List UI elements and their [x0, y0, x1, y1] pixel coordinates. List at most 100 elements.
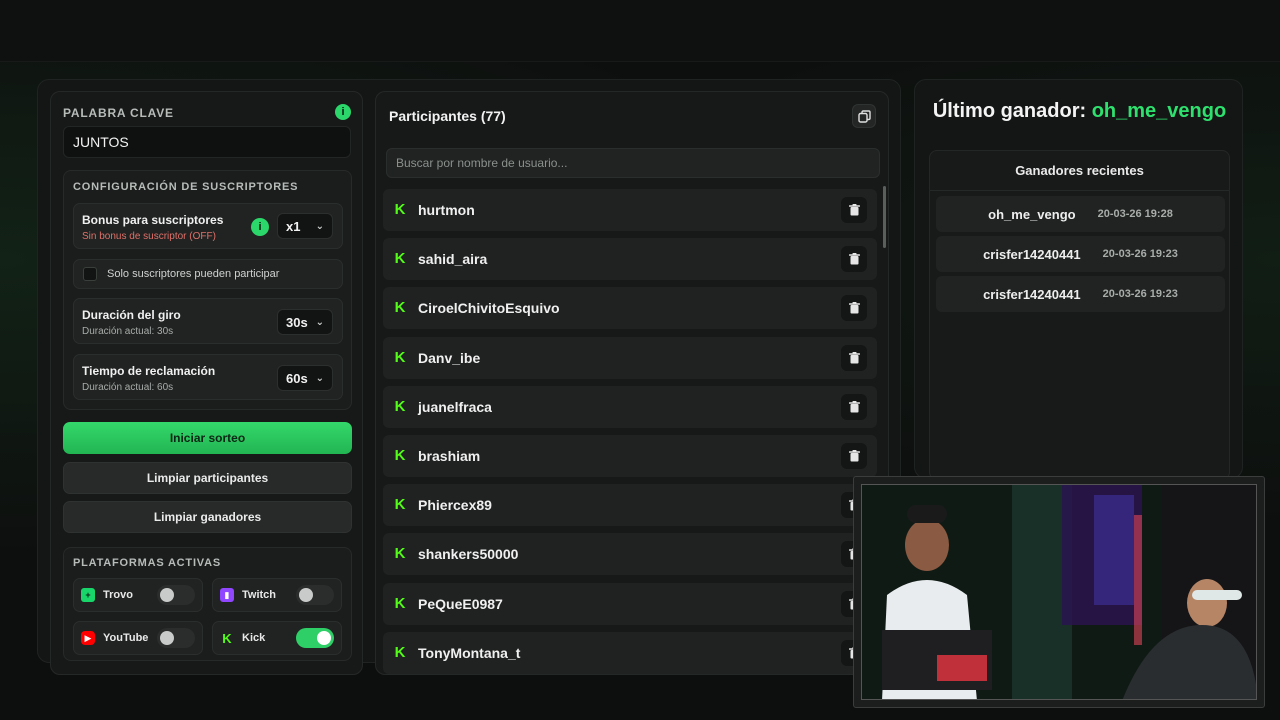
participant-row: K TonyMontana_t — [383, 631, 877, 674]
spin-duration-value: 30s — [286, 314, 308, 330]
subs-only-row[interactable]: Solo suscriptores pueden participar — [73, 259, 343, 289]
trash-icon — [848, 450, 860, 462]
participant-name: juanelfraca — [418, 398, 492, 415]
chevron-down-icon: ⌄ — [315, 220, 324, 232]
recent-winners-title: Ganadores recientes — [930, 151, 1229, 191]
spin-duration-row: Duración del giro Duración actual: 30s 3… — [73, 298, 343, 344]
platform-kick: K Kick — [212, 621, 342, 655]
claim-time-title: Tiempo de reclamación — [82, 364, 216, 378]
participant-row: Kbrashiam — [383, 435, 877, 477]
webcam-video — [861, 484, 1257, 700]
spin-duration-subtitle: Duración actual: 30s — [82, 326, 174, 337]
youtube-toggle[interactable] — [157, 628, 195, 648]
trash-icon — [848, 400, 860, 413]
delete-participant-button[interactable] — [841, 197, 867, 223]
info-icon[interactable]: i — [335, 104, 351, 120]
platform-twitch-label: Twitch — [242, 589, 277, 601]
participant-name: TonyMontana_t — [418, 644, 521, 661]
delete-participant-button[interactable] — [841, 295, 867, 322]
bonus-select[interactable]: x1 ⌄ — [277, 213, 333, 239]
kick-toggle[interactable] — [296, 628, 334, 648]
kick-icon: K — [394, 643, 406, 661]
recent-winner-row: crisfer14240441 20-03-26 19:23 — [936, 236, 1225, 272]
participant-row: Kshankers50000 — [383, 533, 877, 576]
scrollbar[interactable] — [883, 186, 886, 248]
recent-winner-time: 20-03-26 19:23 — [1102, 288, 1178, 300]
clear-participants-button[interactable]: Limpiar participantes — [63, 462, 352, 494]
participant-name: CiroelChivitoEsquivo — [418, 300, 560, 317]
kick-icon: K — [394, 447, 406, 464]
kick-icon: K — [394, 201, 406, 218]
spin-duration-select[interactable]: 30s ⌄ — [277, 309, 333, 335]
recent-winner-time: 20-03-26 19:28 — [1097, 208, 1173, 220]
kick-icon: K — [394, 299, 406, 317]
trash-icon — [848, 302, 860, 314]
winners-panel: Último ganador: oh_me_vengo Ganadores re… — [914, 79, 1244, 480]
bonus-select-value: x1 — [286, 218, 301, 234]
kick-icon: K — [394, 397, 406, 415]
twitch-icon: ▮ — [220, 588, 234, 602]
delete-participant-button[interactable] — [841, 443, 867, 469]
youtube-icon: ▶ — [81, 631, 95, 645]
start-raffle-button[interactable]: Iniciar sorteo — [63, 422, 352, 454]
copy-button[interactable] — [852, 104, 876, 128]
webcam-overlay — [853, 476, 1265, 708]
recent-winner-name: oh_me_vengo — [988, 206, 1076, 222]
participant-row: K Phiercex89 — [383, 484, 877, 527]
trovo-icon: + — [81, 588, 95, 602]
participant-row: Kjuanelfraca — [383, 385, 877, 428]
trash-icon — [848, 253, 860, 265]
claim-time-row: Tiempo de reclamación Duración actual: 6… — [73, 354, 343, 400]
delete-participant-button[interactable] — [841, 246, 867, 273]
subs-only-label: Solo suscriptores pueden participar — [107, 268, 280, 280]
clear-winners-button[interactable]: Limpiar ganadores — [63, 501, 352, 533]
participant-name: shankers50000 — [418, 546, 519, 563]
kick-icon: K — [394, 348, 406, 366]
platforms-label: PLATAFORMAS ACTIVAS — [73, 557, 222, 569]
keyword-input[interactable] — [63, 126, 351, 158]
platforms-box: PLATAFORMAS ACTIVAS + Trovo ▮ Twitch ▶ Y… — [63, 547, 352, 661]
participant-row: K PeQueE0987 — [383, 582, 877, 625]
subs-only-checkbox[interactable] — [83, 267, 97, 281]
kick-icon: K — [394, 496, 406, 514]
keyword-label: PALABRA CLAVE — [63, 106, 174, 120]
platform-trovo: + Trovo — [73, 578, 203, 612]
participant-name: Phiercex89 — [418, 497, 492, 514]
participants-title: Participantes (77) — [389, 108, 506, 124]
trash-icon — [848, 351, 860, 364]
claim-time-select[interactable]: 60s ⌄ — [277, 365, 333, 391]
kick-icon: K — [222, 630, 232, 646]
recent-winner-row: crisfer14240441 20-03-26 19:23 — [936, 276, 1225, 312]
recent-winners-box: Ganadores recientes oh_me_vengo 20-03-26… — [929, 150, 1230, 480]
recent-winner-time: 20-03-26 19:23 — [1102, 248, 1178, 260]
bonus-info-icon[interactable]: i — [251, 218, 269, 236]
trovo-toggle[interactable] — [157, 585, 195, 605]
participant-search-input[interactable] — [386, 148, 880, 178]
spin-duration-title: Duración del giro — [82, 308, 181, 322]
top-bar — [0, 0, 1280, 62]
participant-row: Khurtmon — [383, 189, 877, 231]
copy-icon — [857, 109, 871, 123]
participant-name: PeQueE0987 — [418, 595, 503, 612]
participant-row: K CiroelChivitoEsquivo — [383, 287, 877, 330]
delete-participant-button[interactable] — [841, 393, 867, 420]
participant-name: Danv_ibe — [418, 349, 481, 366]
subscriber-config-box: CONFIGURACIÓN DE SUSCRIPTORES Bonus para… — [63, 170, 352, 410]
kick-icon: K — [394, 545, 406, 563]
last-winner-prefix: Último ganador: — [932, 100, 1092, 122]
participant-name: hurtmon — [418, 202, 475, 218]
platform-youtube-label: YouTube — [103, 632, 149, 644]
claim-time-value: 60s — [286, 370, 308, 386]
last-winner-name: oh_me_vengo — [1091, 100, 1227, 122]
participants-panel: Participantes (77) KhurtmonKsahid_airaKC… — [375, 91, 889, 675]
bonus-row: Bonus para suscriptores Sin bonus de sus… — [73, 203, 343, 249]
participant-name: sahid_aira — [418, 251, 488, 268]
bonus-subtitle: Sin bonus de suscriptor (OFF) — [82, 231, 216, 242]
twitch-toggle[interactable] — [296, 585, 334, 605]
platform-youtube: ▶ YouTube — [73, 621, 203, 655]
chevron-down-icon: ⌄ — [315, 372, 324, 384]
bonus-title: Bonus para suscriptores — [82, 213, 224, 227]
last-winner-heading: Último ganador: oh_me_vengo — [915, 100, 1244, 123]
delete-participant-button[interactable] — [841, 344, 867, 371]
chevron-down-icon: ⌄ — [315, 316, 324, 328]
